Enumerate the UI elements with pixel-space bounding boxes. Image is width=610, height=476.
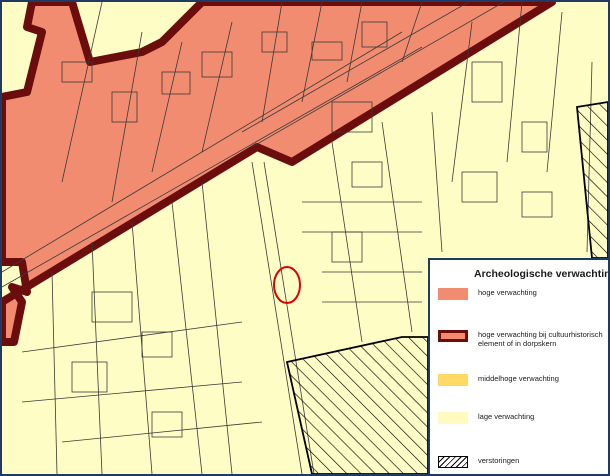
legend-label-disturbance: verstoringen bbox=[478, 456, 520, 465]
legend-label-high: hoge verwachting bbox=[478, 288, 537, 297]
map-frame: Archeologische verwachting hoge verwacht… bbox=[0, 0, 610, 476]
legend-swatch-medium bbox=[438, 374, 468, 386]
legend-panel: Archeologische verwachting hoge verwacht… bbox=[428, 258, 608, 474]
legend-label-medium: middelhoge verwachting bbox=[478, 374, 559, 383]
disturbance-area[interactable] bbox=[285, 336, 429, 474]
legend-title: Archeologische verwachting bbox=[474, 268, 610, 280]
legend-swatch-high-historic bbox=[438, 330, 468, 342]
legend-label-high-historic: hoge verwachting bij cultuurhistorisch e… bbox=[478, 330, 603, 348]
legend-swatch-high bbox=[438, 288, 468, 300]
legend-label-low: lage verwachting bbox=[478, 412, 535, 421]
legend-swatch-low bbox=[438, 412, 468, 424]
legend-swatch-disturbance bbox=[438, 456, 468, 468]
